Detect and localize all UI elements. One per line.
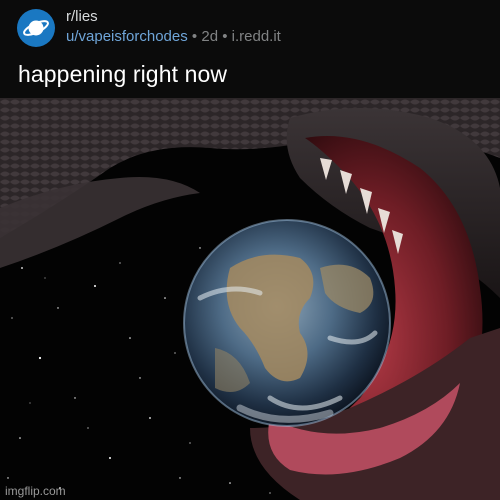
planet-icon — [23, 20, 49, 36]
post-domain[interactable]: i.redd.it — [232, 28, 281, 45]
subreddit-name[interactable]: r/lies — [66, 8, 98, 25]
post-header: r/lies u/vapeisforchodes • 2d • i.redd.i… — [0, 0, 500, 98]
post-image[interactable] — [0, 98, 500, 500]
meta-separator: • — [222, 28, 228, 45]
post-title[interactable]: happening right now — [18, 61, 227, 88]
post-meta: u/vapeisforchodes • 2d • i.redd.it — [66, 28, 281, 45]
post-age: 2d — [201, 28, 219, 45]
imgflip-watermark: imgflip.com — [5, 484, 66, 498]
subreddit-avatar[interactable] — [17, 9, 55, 47]
meta-separator: • — [191, 28, 198, 45]
author-link[interactable]: u/vapeisforchodes — [66, 28, 188, 45]
earth-globe — [183, 219, 391, 427]
